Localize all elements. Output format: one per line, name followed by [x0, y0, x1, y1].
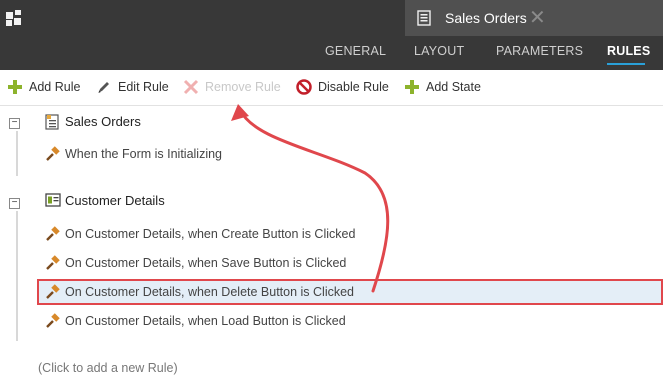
- rule-label: On Customer Details, when Create Button …: [65, 227, 356, 241]
- form-icon: [45, 114, 59, 130]
- document-tab-title: Sales Orders: [445, 10, 527, 26]
- tab-rules[interactable]: RULES: [607, 44, 650, 58]
- tab-parameters[interactable]: PARAMETERS: [496, 44, 583, 58]
- tree-connector: [16, 211, 18, 341]
- plus-icon: [405, 80, 419, 94]
- group-title: Sales Orders: [65, 114, 141, 129]
- document-tab[interactable]: Sales Orders ✕: [405, 0, 663, 36]
- gavel-icon: [46, 313, 60, 328]
- top-bar: Sales Orders ✕ GENERAL LAYOUT PARAMETERS…: [0, 0, 663, 70]
- gavel-icon: [46, 146, 60, 161]
- add-new-rule-hint[interactable]: (Click to add a new Rule): [38, 361, 178, 375]
- remove-rule-label: Remove Rule: [205, 80, 281, 94]
- disable-icon: [296, 79, 312, 95]
- rule-label: On Customer Details, when Delete Button …: [65, 285, 355, 299]
- tab-general[interactable]: GENERAL: [325, 44, 386, 58]
- rule-label: On Customer Details, when Load Button is…: [65, 314, 346, 328]
- view-icon: [45, 193, 61, 207]
- group-title: Customer Details: [65, 193, 165, 208]
- tab-layout[interactable]: LAYOUT: [414, 44, 464, 58]
- active-tab-underline: [607, 63, 645, 65]
- nav-tabs: GENERAL LAYOUT PARAMETERS RULES: [0, 44, 663, 66]
- rule-label: When the Form is Initializing: [65, 147, 223, 161]
- rule-item-selected[interactable]: On Customer Details, when Delete Button …: [39, 281, 661, 303]
- remove-x-icon: [183, 79, 199, 95]
- form-icon: [417, 10, 431, 26]
- gavel-icon: [46, 284, 60, 299]
- rule-label: On Customer Details, when Save Button is…: [65, 256, 347, 270]
- edit-rule-label: Edit Rule: [118, 80, 169, 94]
- gavel-icon: [46, 255, 60, 270]
- app-grid-icon[interactable]: [6, 10, 24, 26]
- pencil-icon: [98, 82, 109, 93]
- rules-toolbar: Add Rule Edit Rule Remove Rule Disable R…: [0, 70, 663, 106]
- tree-connector: [16, 131, 18, 176]
- add-state-label: Add State: [426, 80, 481, 94]
- add-rule-label: Add Rule: [29, 80, 81, 94]
- plus-icon: [8, 80, 22, 94]
- collapse-toggle[interactable]: −: [9, 118, 20, 129]
- close-icon[interactable]: ✕: [529, 8, 546, 28]
- gavel-icon: [46, 226, 60, 241]
- collapse-toggle[interactable]: −: [9, 198, 20, 209]
- disable-rule-label: Disable Rule: [318, 80, 389, 94]
